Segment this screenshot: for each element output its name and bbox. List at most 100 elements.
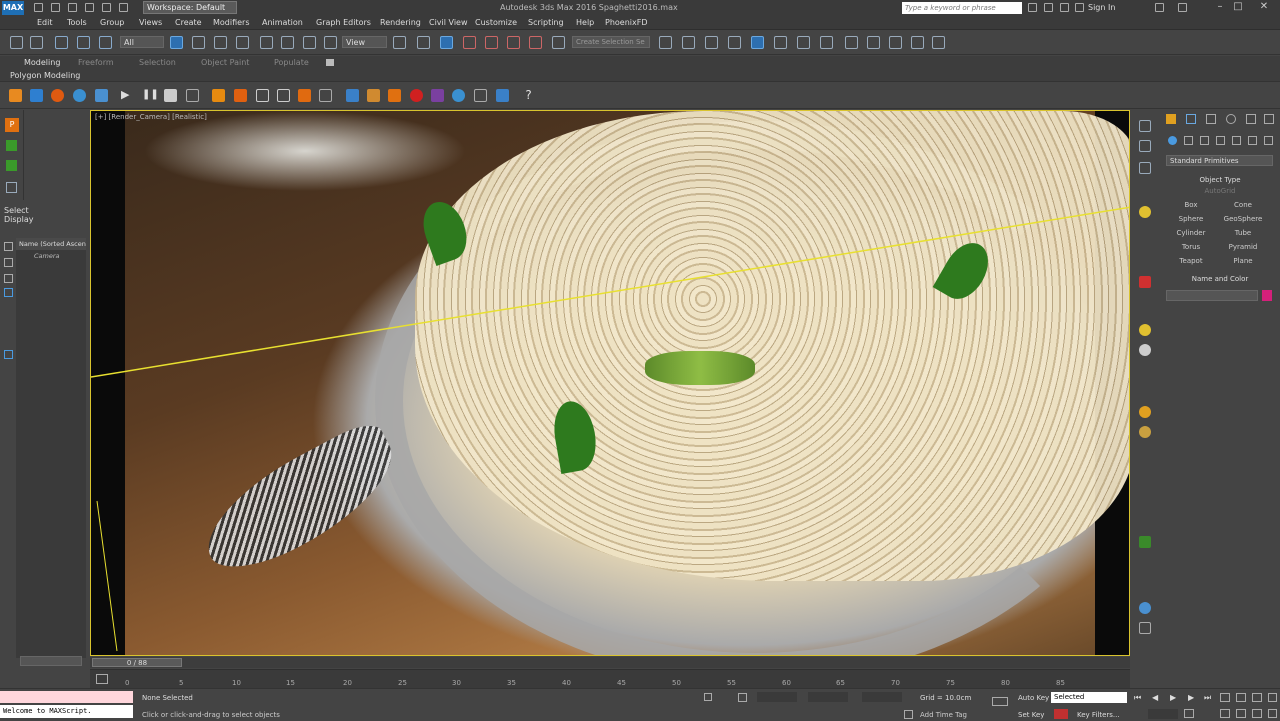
edit-named-selection-icon[interactable]: [552, 36, 565, 49]
play-icon[interactable]: ▶: [121, 89, 134, 102]
roll-icon[interactable]: [1252, 709, 1262, 718]
set-key-icon[interactable]: [1054, 709, 1068, 719]
align-icon[interactable]: [682, 36, 695, 49]
teapot-button[interactable]: Teapot: [1166, 255, 1216, 267]
time-slider-thumb[interactable]: 0 / 88: [92, 658, 182, 667]
tab-hierarchy-icon[interactable]: [1206, 114, 1216, 124]
tab-utilities-icon[interactable]: [1264, 114, 1274, 124]
foliage-icon[interactable]: [1139, 536, 1151, 548]
communication-center-icon[interactable]: [1044, 3, 1053, 12]
schematic-view-icon[interactable]: [774, 36, 787, 49]
tab-modeling[interactable]: Modeling: [24, 58, 60, 67]
rotate-icon[interactable]: [281, 36, 294, 49]
filter-lights-icon[interactable]: [4, 274, 13, 283]
tab-display-icon[interactable]: [1246, 114, 1256, 124]
geosphere-button[interactable]: GeoSphere: [1218, 213, 1268, 225]
a360-gallery-icon[interactable]: [911, 36, 924, 49]
viewport-label[interactable]: [+] [Render_Camera] [Realistic]: [95, 113, 207, 121]
filter-cameras-icon[interactable]: [4, 288, 13, 297]
phoenix-particle-source-icon[interactable]: [95, 89, 108, 102]
menu-animation[interactable]: Animation: [262, 18, 303, 27]
filter-helpers-icon[interactable]: [4, 350, 13, 359]
render-iterative-icon[interactable]: [932, 36, 945, 49]
stop-icon[interactable]: [164, 89, 177, 102]
maxscript-listener[interactable]: Welcome to MAXScript.: [0, 689, 135, 721]
name-and-color-rollout[interactable]: Name and Color: [1166, 275, 1274, 283]
dolly-icon[interactable]: [1236, 709, 1246, 718]
menu-views[interactable]: Views: [139, 18, 162, 27]
time-configuration-icon[interactable]: [1184, 709, 1194, 718]
zoom-icon[interactable]: [1220, 693, 1230, 702]
tab-create-icon[interactable]: [1166, 114, 1176, 124]
open-mini-curve-editor-icon[interactable]: [96, 674, 108, 684]
rendered-frame-window-icon[interactable]: [845, 36, 858, 49]
menu-edit[interactable]: Edit: [37, 18, 53, 27]
bind-to-space-warp-icon[interactable]: [99, 36, 112, 49]
cylinder-button[interactable]: Cylinder: [1166, 227, 1216, 239]
object-type-rollout[interactable]: Object Type: [1166, 176, 1274, 184]
sky-icon[interactable]: [1139, 426, 1151, 438]
phoenix-wind-icon[interactable]: [256, 89, 269, 102]
phoenix-turbulence-icon[interactable]: [277, 89, 290, 102]
time-tag-icon[interactable]: [904, 710, 913, 719]
material-editor-icon[interactable]: [797, 36, 810, 49]
go-to-start-icon[interactable]: ⏮: [1134, 693, 1144, 702]
graphite-ribbon-icon[interactable]: [728, 36, 741, 49]
delete-cache-icon[interactable]: [186, 89, 199, 102]
phoenix-explosion-icon[interactable]: [298, 89, 311, 102]
play-animation-icon[interactable]: ▶: [1170, 693, 1180, 702]
open-file-icon[interactable]: [51, 3, 60, 12]
window-crossing-icon[interactable]: [236, 36, 249, 49]
name-column-header[interactable]: Name (Sorted Ascen: [16, 238, 86, 250]
lights-category-icon[interactable]: [1200, 136, 1209, 145]
sun-icon[interactable]: [1139, 324, 1151, 336]
phoenix-wave-icon[interactable]: [474, 89, 487, 102]
pyramid-button[interactable]: Pyramid: [1218, 241, 1268, 253]
helpers-category-icon[interactable]: [1232, 136, 1241, 145]
menu-modifiers[interactable]: Modifiers: [213, 18, 250, 27]
named-selection-sets-dropdown[interactable]: Create Selection Se: [572, 36, 650, 48]
render-in-cloud-icon[interactable]: [889, 36, 902, 49]
globe-icon[interactable]: [1139, 602, 1151, 614]
filter-shapes-icon[interactable]: [4, 258, 13, 267]
search-input[interactable]: Type a keyword or phrase: [902, 2, 1022, 14]
set-key-button[interactable]: Set Key: [1018, 711, 1044, 719]
user-icon[interactable]: [1075, 3, 1084, 12]
key-selection-dropdown[interactable]: Selected: [1051, 692, 1127, 703]
phoenix-record-icon[interactable]: [410, 89, 423, 102]
phoenix-fire-smoke-icon[interactable]: [9, 89, 22, 102]
z-coordinate-field[interactable]: [862, 692, 902, 702]
trackbar[interactable]: 0 5 10 15 20 25 30 35 40 45 50 55 60 65 …: [90, 669, 1130, 688]
geometry-category-icon[interactable]: [1168, 136, 1177, 145]
key-mode-icon[interactable]: [992, 697, 1008, 706]
close-button[interactable]: ✕: [1256, 1, 1272, 14]
app-logo-icon[interactable]: MAX: [2, 1, 24, 15]
layer-explorer-icon[interactable]: [705, 36, 718, 49]
workspace-dropdown[interactable]: Workspace: Default: [143, 1, 237, 14]
move-icon[interactable]: [260, 36, 273, 49]
spinner-snap-icon[interactable]: [529, 36, 542, 49]
sphere-button[interactable]: Sphere: [1166, 213, 1216, 225]
next-frame-icon[interactable]: ▶: [1188, 693, 1198, 702]
redo-icon[interactable]: [102, 3, 111, 12]
material-icon[interactable]: [1139, 276, 1151, 288]
select-object-icon[interactable]: [170, 36, 183, 49]
sun-position-icon[interactable]: [1139, 406, 1151, 418]
mirror-icon[interactable]: [659, 36, 672, 49]
help-icon[interactable]: [1178, 3, 1187, 12]
project-folder-icon[interactable]: [119, 3, 128, 12]
reference-coordinate-dropdown[interactable]: View: [342, 36, 387, 48]
search-icon[interactable]: [1028, 3, 1037, 12]
sphere-icon[interactable]: [1139, 344, 1151, 356]
object-color-swatch[interactable]: [1262, 290, 1272, 301]
autogrid-checkbox[interactable]: AutoGrid: [1166, 187, 1274, 195]
phoenix-fire-burning-icon[interactable]: [234, 89, 247, 102]
field-of-view-icon[interactable]: [1252, 693, 1262, 702]
pivot-center-icon[interactable]: [393, 36, 406, 49]
save-icon[interactable]: [68, 3, 77, 12]
menu-civil-view[interactable]: Civil View: [429, 18, 468, 27]
grid-icon[interactable]: [1139, 622, 1151, 634]
phoenix-pour-icon[interactable]: [388, 89, 401, 102]
pin-icon[interactable]: [1139, 120, 1151, 132]
tab-display[interactable]: Display: [4, 215, 34, 224]
